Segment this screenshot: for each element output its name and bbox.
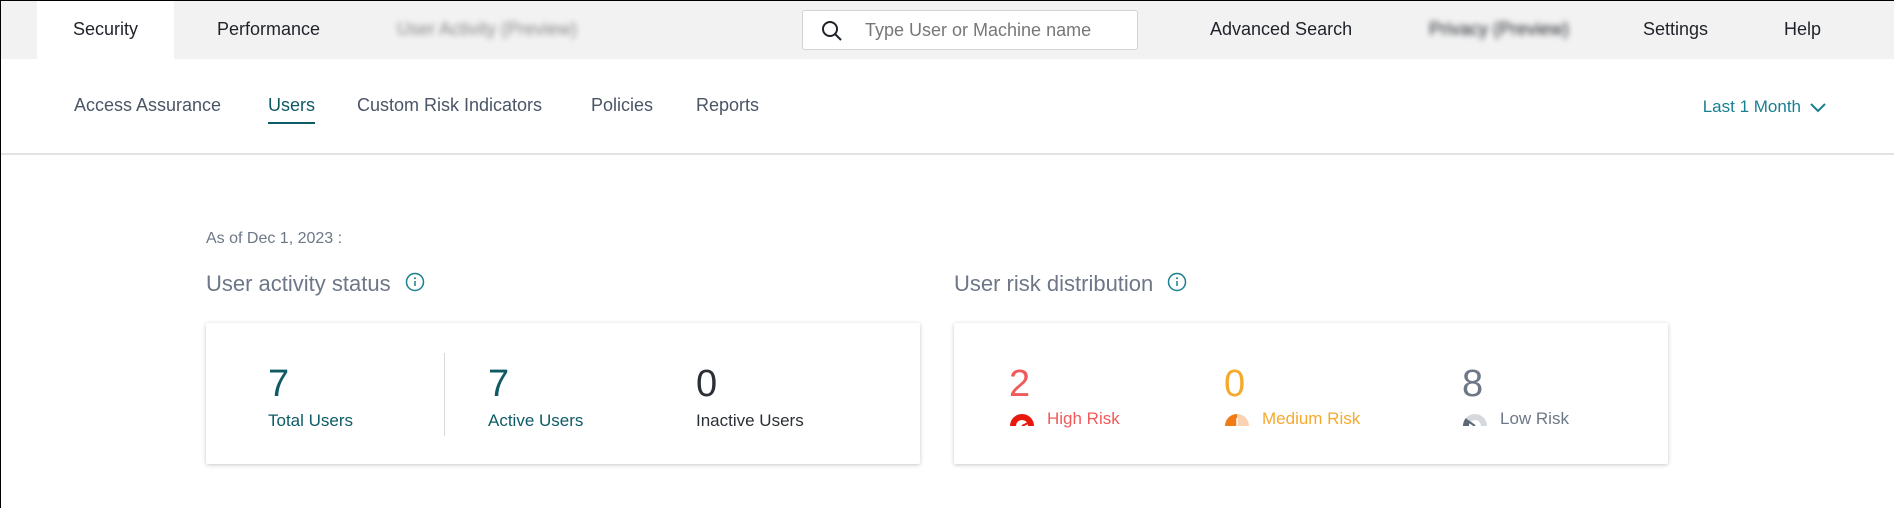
user-risk-card: 2 High Risk 0 Medium Risk 8 Low Risk: [954, 323, 1668, 464]
settings-link[interactable]: Settings: [1643, 1, 1708, 59]
subtab-reports[interactable]: Reports: [696, 95, 759, 122]
medium-risk-label: Medium Risk: [1262, 409, 1361, 428]
info-icon[interactable]: [1167, 272, 1187, 298]
total-users-value: 7: [268, 363, 290, 405]
top-nav-bar: Security Performance User Activity (Prev…: [1, 1, 1894, 59]
search-box[interactable]: [802, 10, 1138, 50]
time-range-value: Last 1 Month: [1702, 97, 1801, 116]
medium-risk-gauge-icon: [1225, 414, 1249, 426]
subtab-access-assurance[interactable]: Access Assurance: [74, 95, 221, 122]
inactive-users-value: 0: [696, 363, 718, 405]
high-risk-gauge-icon: [1010, 414, 1034, 426]
privacy-link[interactable]: Privacy (Preview): [1429, 1, 1569, 59]
tab-security[interactable]: Security: [37, 1, 175, 59]
high-risk-label: High Risk: [1047, 409, 1120, 428]
advanced-search-link[interactable]: Advanced Search: [1210, 1, 1352, 59]
info-icon[interactable]: [405, 272, 425, 298]
search-icon: [822, 21, 842, 41]
low-risk-gauge-icon: [1462, 414, 1487, 426]
user-activity-title-text: User activity status: [206, 271, 391, 296]
active-users-label: Active Users: [488, 411, 584, 430]
subtab-custom-risk-indicators[interactable]: Custom Risk Indicators: [357, 95, 542, 122]
active-users-value: 7: [488, 363, 510, 405]
high-risk-stat[interactable]: 2 High Risk: [1009, 365, 1120, 429]
high-risk-value: 2: [1009, 363, 1031, 405]
tab-performance[interactable]: Performance: [181, 1, 356, 59]
tab-user-activity[interactable]: User Activity (Preview): [361, 1, 613, 59]
subtab-policies[interactable]: Policies: [591, 95, 653, 122]
medium-risk-value: 0: [1224, 363, 1246, 405]
search-input[interactable]: [865, 11, 1125, 49]
sub-nav: Access Assurance Users Custom Risk Indic…: [1, 59, 1894, 155]
low-risk-label: Low Risk: [1500, 409, 1569, 428]
stat-divider: [444, 353, 445, 436]
as-of-date: As of Dec 1, 2023 :: [206, 230, 343, 247]
user-activity-title: User activity status: [206, 271, 425, 298]
low-risk-value: 8: [1462, 363, 1484, 405]
chevron-down-icon: [1810, 102, 1826, 112]
total-users-stat[interactable]: 7 Total Users: [268, 365, 353, 431]
medium-risk-stat[interactable]: 0 Medium Risk: [1224, 365, 1360, 429]
user-activity-card: 7 Total Users 7 Active Users 0 Inactive …: [206, 323, 920, 464]
time-range-dropdown[interactable]: Last 1 Month: [1703, 97, 1827, 117]
subtab-users[interactable]: Users: [268, 95, 316, 124]
help-link[interactable]: Help: [1784, 1, 1821, 59]
user-risk-title-text: User risk distribution: [954, 271, 1154, 296]
inactive-users-stat[interactable]: 0 Inactive Users: [696, 365, 804, 431]
inactive-users-label: Inactive Users: [696, 411, 804, 430]
total-users-label: Total Users: [268, 411, 354, 430]
user-risk-title: User risk distribution: [954, 271, 1187, 298]
low-risk-stat[interactable]: 8 Low Risk: [1462, 365, 1569, 429]
active-users-stat[interactable]: 7 Active Users: [488, 365, 583, 431]
